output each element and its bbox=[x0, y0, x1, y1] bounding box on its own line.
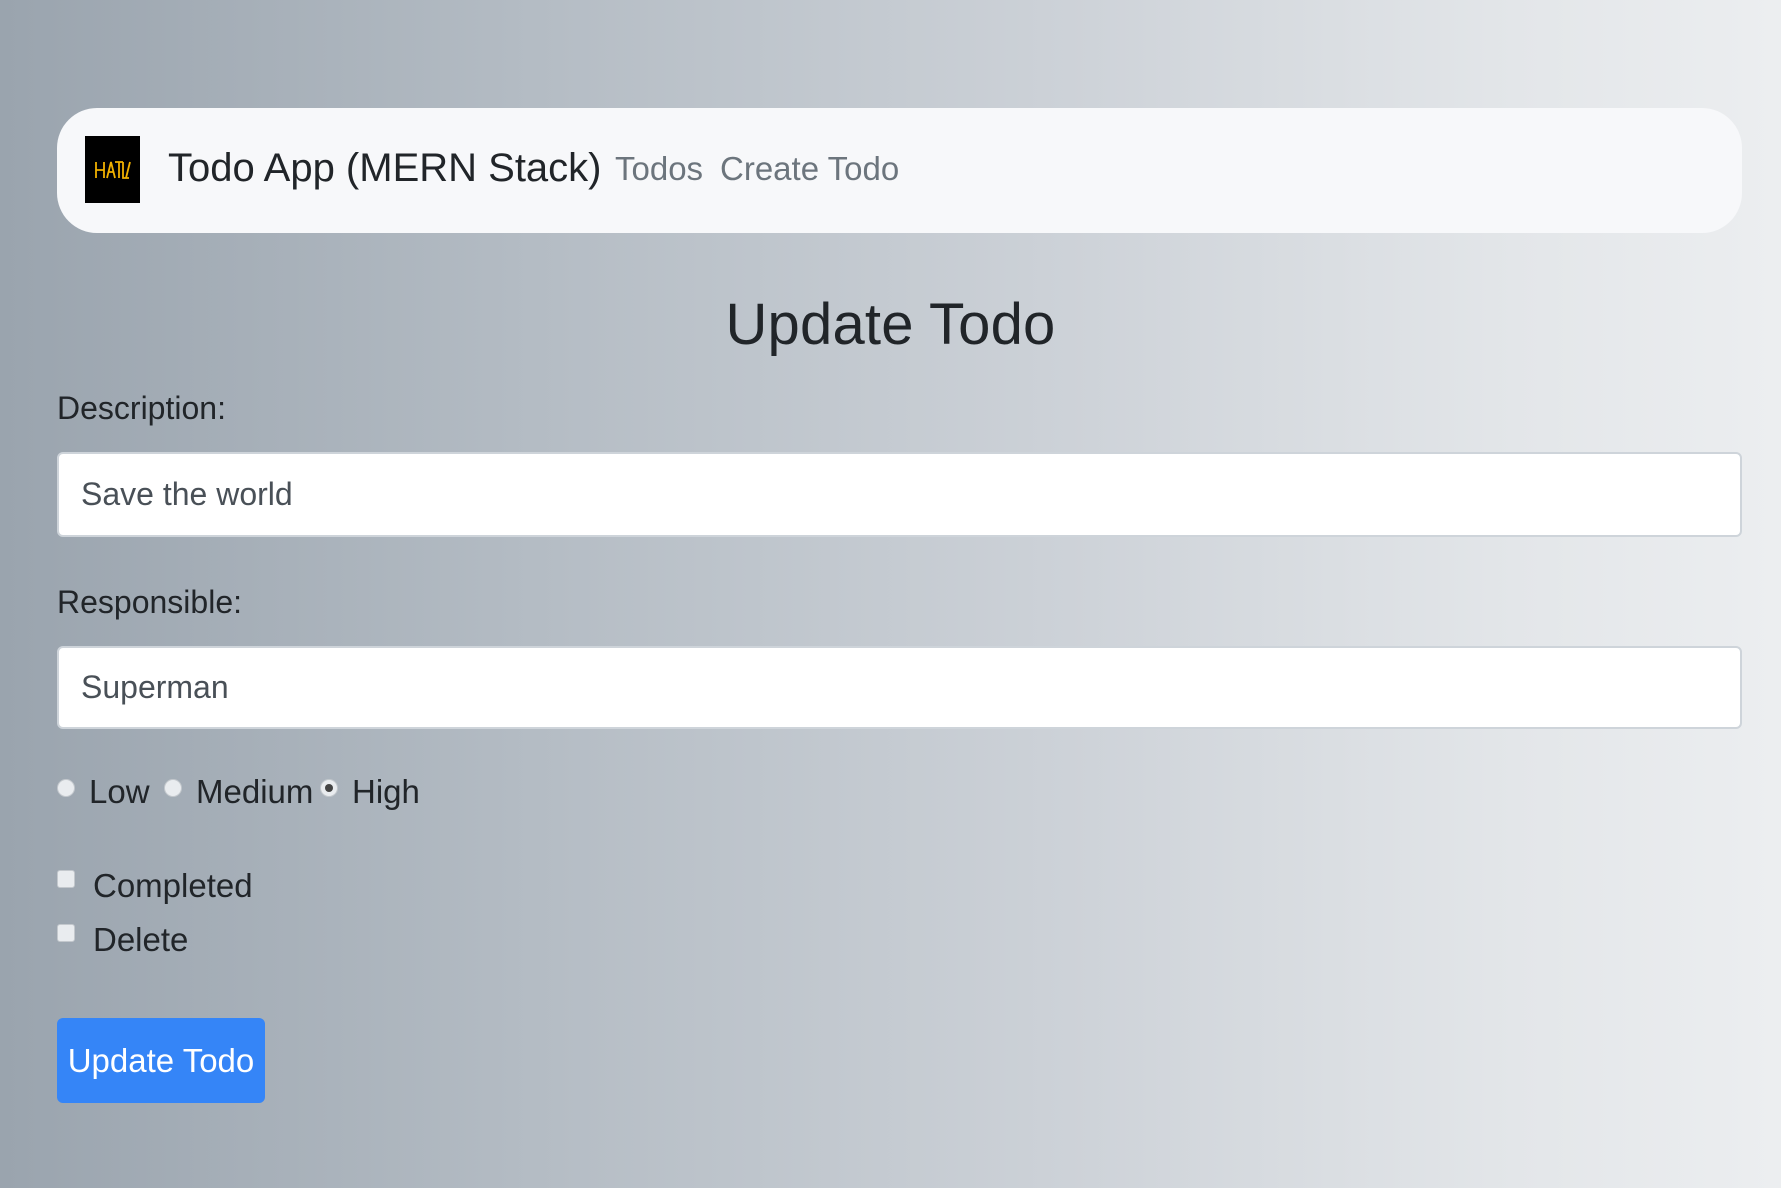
completed-checkbox-label: Completed bbox=[93, 867, 253, 904]
brand-title[interactable]: Todo App (MERN Stack) bbox=[168, 148, 602, 188]
responsible-label: Responsible: bbox=[57, 584, 242, 620]
radio-label-low: Low bbox=[89, 773, 150, 810]
responsible-input[interactable] bbox=[57, 646, 1742, 729]
nav-link-create-todo[interactable]: Create Todo bbox=[720, 152, 899, 185]
page-title: Update Todo bbox=[725, 292, 1056, 357]
completed-checkbox[interactable] bbox=[57, 870, 75, 888]
delete-checkbox-label: Delete bbox=[93, 921, 189, 958]
radio-button-low[interactable] bbox=[57, 779, 75, 797]
navbar: Todo App (MERN Stack) Todos Create Todo bbox=[57, 108, 1742, 233]
radio-label-medium: Medium bbox=[196, 773, 314, 810]
radio-button-medium[interactable] bbox=[164, 779, 182, 797]
logo[interactable] bbox=[85, 136, 140, 203]
radio-button-high[interactable] bbox=[320, 779, 338, 797]
hatla-logo-icon bbox=[94, 160, 131, 179]
update-todo-button[interactable]: Update Todo bbox=[57, 1018, 265, 1103]
radio-label-high: High bbox=[352, 773, 420, 810]
description-label: Description: bbox=[57, 390, 226, 426]
nav-link-todos[interactable]: Todos bbox=[615, 152, 703, 185]
description-input[interactable] bbox=[57, 452, 1742, 537]
delete-checkbox[interactable] bbox=[57, 924, 75, 942]
